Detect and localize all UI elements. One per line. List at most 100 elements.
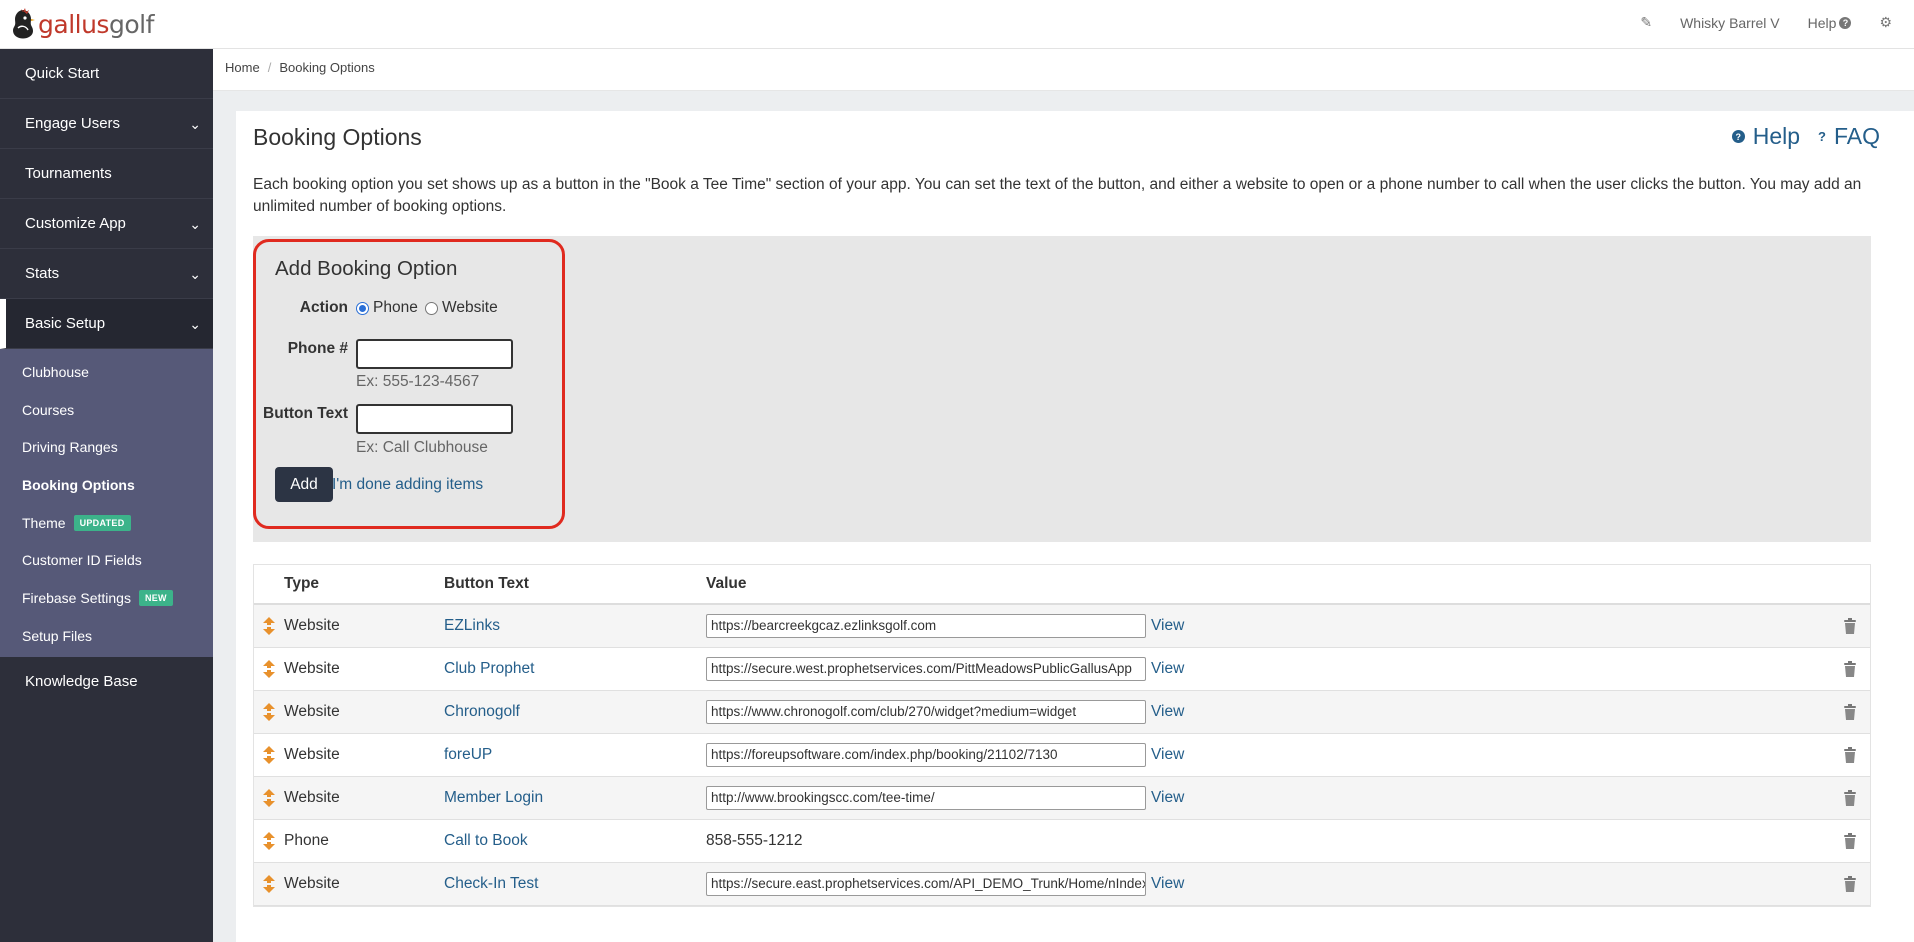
value-url-field[interactable]: http://www.brookingscc.com/tee-time/ bbox=[706, 786, 1146, 810]
view-link[interactable]: View bbox=[1151, 875, 1184, 893]
trash-icon[interactable] bbox=[1830, 790, 1870, 806]
column-header-type: Type bbox=[284, 575, 320, 592]
reorder-handle-icon[interactable] bbox=[254, 832, 284, 850]
sidebar-item-label: Basic Setup bbox=[25, 315, 106, 332]
phone-hint: Ex: 555-123-4567 bbox=[356, 373, 480, 390]
sidebar-subitem-driving-ranges[interactable]: Driving Ranges bbox=[0, 428, 213, 466]
trash-icon[interactable] bbox=[1830, 747, 1870, 763]
reorder-handle-icon[interactable] bbox=[254, 875, 284, 893]
reorder-handle-icon[interactable] bbox=[254, 789, 284, 807]
action-radio-website[interactable]: Website bbox=[425, 299, 498, 317]
trash-icon[interactable] bbox=[1830, 704, 1870, 720]
booking-options-table: Type Button Text Value Website EZLinks htt… bbox=[253, 564, 1871, 907]
row-type: Website bbox=[284, 789, 340, 806]
add-form-title: Add Booking Option bbox=[275, 257, 458, 280]
value-url-field[interactable]: https://secure.east.prophetservices.com/… bbox=[706, 872, 1146, 896]
view-link[interactable]: View bbox=[1151, 703, 1184, 721]
page-title: Booking Options bbox=[253, 124, 422, 150]
value-url-field[interactable]: https://foreupsoftware.com/index.php/boo… bbox=[706, 743, 1146, 767]
reorder-handle-icon[interactable] bbox=[254, 703, 284, 721]
sidebar-item-basic-setup[interactable]: Basic Setup ⌄ bbox=[0, 299, 213, 349]
row-button-text-link[interactable]: foreUP bbox=[444, 746, 706, 764]
sidebar-item-label: Engage Users bbox=[25, 115, 121, 132]
table-header: Type Button Text Value bbox=[254, 565, 1870, 605]
sidebar-subitem-label: Setup Files bbox=[22, 627, 93, 644]
sidebar-subitem-booking-options[interactable]: Booking Options bbox=[0, 466, 213, 504]
add-button[interactable]: Add bbox=[275, 467, 333, 502]
trash-icon[interactable] bbox=[1830, 833, 1870, 849]
reorder-handle-icon[interactable] bbox=[254, 617, 284, 635]
sidebar-item-engage-users[interactable]: Engage Users ⌄ bbox=[0, 99, 213, 149]
sidebar-item-stats[interactable]: Stats ⌄ bbox=[0, 249, 213, 299]
chevron-down-icon: ⌄ bbox=[189, 116, 201, 132]
breadcrumb-separator: / bbox=[267, 60, 272, 75]
phone-input[interactable] bbox=[356, 339, 513, 369]
reorder-handle-icon[interactable] bbox=[254, 660, 284, 678]
row-button-text-link[interactable]: EZLinks bbox=[444, 617, 706, 635]
row-type: Website bbox=[284, 703, 340, 720]
sidebar-item-label: Tournaments bbox=[25, 165, 112, 182]
sidebar-item-knowledge-base[interactable]: Knowledge Base bbox=[0, 657, 213, 707]
edit-button[interactable]: ✎ bbox=[1626, 14, 1666, 31]
help-menu[interactable]: Help ? bbox=[1794, 15, 1866, 31]
radio-label: Website bbox=[442, 299, 498, 316]
view-link[interactable]: View bbox=[1151, 789, 1184, 807]
row-value: 858-555-1212 bbox=[706, 832, 1830, 850]
top-bar: gallusgolf ✎ Whisky Barrel V Help ? ⚙ bbox=[0, 0, 1914, 49]
view-link[interactable]: View bbox=[1151, 746, 1184, 764]
action-label: Action bbox=[299, 299, 348, 316]
table-row: Website foreUP https://foreupsoftware.com/… bbox=[254, 734, 1870, 777]
sidebar-subitem-setup-files[interactable]: Setup Files bbox=[0, 617, 213, 655]
question-mark-icon: ? bbox=[1818, 129, 1826, 144]
row-button-text-link[interactable]: Check-In Test bbox=[444, 875, 706, 893]
button-text-input[interactable] bbox=[356, 404, 513, 434]
row-button-text-link[interactable]: Call to Book bbox=[444, 832, 706, 850]
row-value: https://secure.west.prophetservices.com/… bbox=[706, 657, 1830, 681]
trash-icon[interactable] bbox=[1830, 876, 1870, 892]
trash-icon[interactable] bbox=[1830, 618, 1870, 634]
row-button-text-link[interactable]: Chronogolf bbox=[444, 703, 706, 721]
row-value: https://foreupsoftware.com/index.php/boo… bbox=[706, 743, 1830, 767]
radio-unselected-icon bbox=[425, 301, 438, 315]
trash-icon[interactable] bbox=[1830, 661, 1870, 677]
sidebar-subitem-theme[interactable]: Theme UPDATED bbox=[0, 504, 213, 542]
value-url-field[interactable]: https://bearcreekgcaz.ezlinksgolf.com bbox=[706, 614, 1146, 638]
done-adding-link[interactable]: I'm done adding items bbox=[332, 476, 483, 494]
breadcrumb-current: Booking Options bbox=[279, 60, 375, 75]
sidebar-subitem-courses[interactable]: Courses bbox=[0, 391, 213, 429]
logo-text-golf: golf bbox=[108, 9, 154, 39]
question-circle-icon: ? bbox=[1731, 130, 1745, 143]
sidebar-subitem-firebase-settings[interactable]: Firebase Settings NEW bbox=[0, 579, 213, 617]
value-url-field[interactable]: https://secure.west.prophetservices.com/… bbox=[706, 657, 1146, 681]
breadcrumb-home-link[interactable]: Home bbox=[225, 60, 260, 75]
sidebar-item-customize-app[interactable]: Customize App ⌄ bbox=[0, 199, 213, 249]
sidebar-item-quick-start[interactable]: Quick Start bbox=[0, 49, 213, 99]
button-text-label: Button Text bbox=[263, 405, 348, 422]
row-type: Website bbox=[284, 617, 340, 634]
help-link[interactable]: ? Help bbox=[1731, 123, 1800, 150]
column-header-value: Value bbox=[706, 575, 747, 592]
row-type: Website bbox=[284, 660, 340, 677]
reorder-handle-icon[interactable] bbox=[254, 746, 284, 764]
main-content: Home / Booking Options Booking Options ? H… bbox=[213, 49, 1914, 942]
settings-button[interactable]: ⚙ bbox=[1865, 14, 1914, 31]
sidebar-item-label: Knowledge Base bbox=[25, 672, 138, 690]
course-selector[interactable]: Whisky Barrel V bbox=[1666, 15, 1794, 31]
faq-link[interactable]: ? FAQ bbox=[1818, 123, 1880, 150]
row-button-text-link[interactable]: Club Prophet bbox=[444, 660, 706, 678]
app-logo[interactable]: gallusgolf bbox=[10, 8, 154, 40]
wand-icon: ✎ bbox=[1640, 14, 1653, 30]
chevron-down-icon: ⌄ bbox=[189, 316, 201, 332]
sidebar-item-tournaments[interactable]: Tournaments bbox=[0, 149, 213, 199]
sidebar-subitem-customer-id-fields[interactable]: Customer ID Fields bbox=[0, 541, 213, 579]
view-link[interactable]: View bbox=[1151, 660, 1184, 678]
sidebar-subitem-label: Customer ID Fields bbox=[22, 552, 142, 569]
sidebar-subitem-label: Driving Ranges bbox=[22, 439, 118, 456]
value-url-field[interactable]: https://www.chronogolf.com/club/270/widg… bbox=[706, 700, 1146, 724]
sidebar-subitem-label: Theme bbox=[22, 514, 66, 531]
action-radio-phone[interactable]: Phone bbox=[356, 299, 418, 317]
radio-selected-icon bbox=[356, 301, 369, 315]
row-button-text-link[interactable]: Member Login bbox=[444, 789, 706, 807]
sidebar-subitem-clubhouse[interactable]: Clubhouse bbox=[0, 353, 213, 391]
view-link[interactable]: View bbox=[1151, 617, 1184, 635]
